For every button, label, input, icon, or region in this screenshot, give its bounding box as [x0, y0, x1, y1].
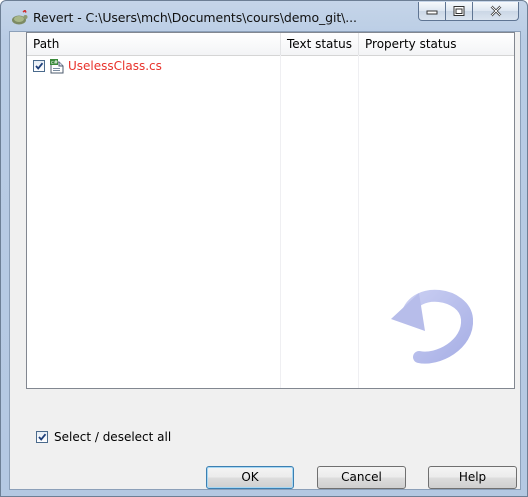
file-checkbox[interactable]: [33, 60, 45, 72]
file-list[interactable]: Path Text status Property status c# Usel…: [26, 32, 515, 389]
select-all-checkbox[interactable]: [36, 431, 48, 443]
file-path: UselessClass.cs: [68, 59, 162, 73]
column-divider: [358, 55, 359, 388]
checkmark-icon: [35, 62, 44, 70]
cs-file-icon: c#: [50, 59, 64, 74]
column-divider: [280, 55, 281, 388]
checkmark-icon: [38, 433, 47, 441]
tortoise-icon[interactable]: [10, 9, 28, 26]
list-header: Path Text status Property status: [27, 33, 514, 56]
minimize-icon: [426, 10, 438, 15]
close-icon: [490, 5, 501, 17]
list-item[interactable]: c# UselessClass.cs: [27, 58, 281, 76]
caption-buttons: [418, 2, 519, 22]
column-header-property-status[interactable]: Property status: [359, 33, 514, 55]
help-button[interactable]: Help: [428, 466, 517, 489]
svg-text:c#: c#: [51, 60, 58, 66]
title-bar[interactable]: Revert - C:\Users\mch\Documents\cours\de…: [1, 1, 527, 35]
column-header-text-status[interactable]: Text status: [281, 33, 359, 55]
minimize-button[interactable]: [418, 2, 446, 21]
revert-arrow-icon: [385, 275, 495, 370]
close-button[interactable]: [473, 2, 519, 21]
window-title: Revert - C:\Users\mch\Documents\cours\de…: [33, 10, 357, 25]
column-header-path[interactable]: Path: [27, 33, 281, 55]
ok-button[interactable]: OK: [206, 466, 294, 489]
maximize-icon: [453, 6, 465, 16]
select-all-label: Select / deselect all: [54, 430, 172, 444]
maximize-button[interactable]: [446, 2, 473, 21]
cancel-button[interactable]: Cancel: [317, 466, 406, 489]
